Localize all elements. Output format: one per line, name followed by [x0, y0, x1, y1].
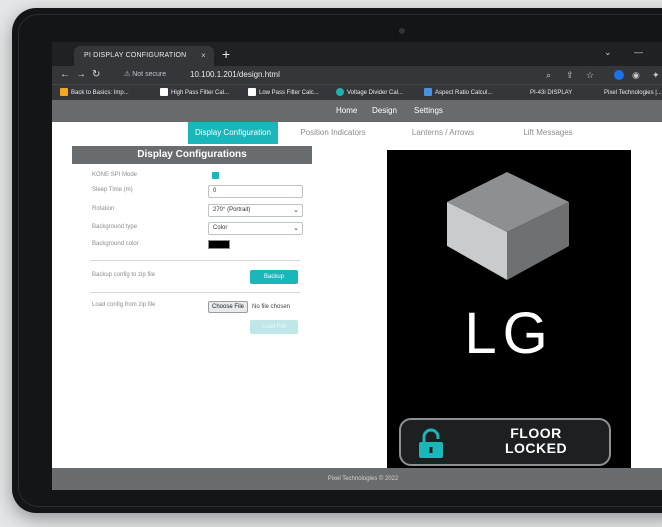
bookmark-favicon-icon — [60, 88, 68, 97]
menu-design[interactable]: Design — [372, 100, 397, 122]
bookmark-item[interactable]: Pixel Technologies |... — [604, 87, 662, 99]
bookmark-item[interactable]: Aspect Ratio Calcul... — [424, 87, 492, 99]
url-text[interactable]: 10.100.1.201/design.html — [190, 68, 280, 82]
design-subnav: Display Configuration Position Indicator… — [52, 122, 662, 144]
file-status: No file chosen — [252, 304, 291, 310]
webcam — [399, 28, 405, 34]
zoom-icon[interactable]: ⌕ — [546, 68, 551, 82]
bookmark-item[interactable]: PI-43i DISPLAY — [530, 87, 572, 99]
tab-title: PI DISPLAY CONFIGURATION — [84, 52, 187, 59]
sleep-time-input[interactable]: 0 — [208, 185, 303, 198]
floor-locked-line-1: FLOOR — [510, 425, 562, 441]
minimize-icon[interactable]: — — [634, 47, 643, 57]
divider — [90, 292, 300, 293]
app-menu-bar: Home Design Settings — [52, 100, 662, 122]
rotation-value: 270° (Portrait) — [213, 207, 251, 213]
monitor-bezel: PI DISPLAY CONFIGURATION × + ⌄ — ← → ↻ ⚠… — [12, 8, 662, 513]
choose-file-button[interactable]: Choose File — [208, 301, 249, 313]
bookmark-item[interactable]: High Pass Filter Cal... — [160, 87, 229, 99]
display-config-form: KONE SPI Mode Sleep Time (m) 0 Rotation … — [72, 164, 312, 464]
bookmark-favicon-icon — [336, 88, 344, 97]
not-secure-indicator[interactable]: ⚠ Not secure — [124, 68, 166, 82]
bookmark-favicon-icon — [160, 88, 168, 97]
chevron-down-icon: ⌄ — [293, 207, 299, 214]
forward-icon[interactable]: → — [76, 68, 86, 82]
browser-window: PI DISPLAY CONFIGURATION × + ⌄ — ← → ↻ ⚠… — [52, 42, 662, 490]
building-logo-icon — [447, 172, 569, 292]
bookmark-star-icon[interactable]: ☆ — [586, 68, 594, 82]
rotation-select[interactable]: 270° (Portrait) ⌄ — [208, 204, 303, 217]
new-tab-button[interactable]: + — [222, 45, 230, 63]
floor-locked-banner: FLOOR LOCKED — [399, 418, 611, 466]
kone-spi-checkbox[interactable] — [212, 172, 219, 179]
kone-spi-label: KONE SPI Mode — [92, 172, 138, 178]
backup-button[interactable]: Backup — [250, 270, 298, 284]
sleep-time-label: Sleep Time (m) — [92, 187, 133, 193]
tab-lanterns-arrows[interactable]: Lanterns / Arrows — [398, 122, 488, 144]
reload-icon[interactable]: ↻ — [92, 68, 100, 82]
floor-locked-line-2: LOCKED — [504, 440, 568, 456]
tab-lift-messages[interactable]: Lift Messages — [508, 122, 588, 144]
floor-indicator: LG — [464, 301, 554, 366]
panel-title: Display Configurations — [72, 146, 312, 164]
background-type-label: Background type — [92, 224, 138, 230]
menu-settings[interactable]: Settings — [414, 100, 443, 122]
browser-tab[interactable]: PI DISPLAY CONFIGURATION × — [74, 46, 214, 66]
file-input[interactable]: Choose File No file chosen — [208, 301, 303, 314]
back-icon[interactable]: ← — [60, 68, 70, 82]
tab-display-configuration[interactable]: Display Configuration — [188, 122, 278, 144]
load-config-label: Load config from zip file — [92, 302, 156, 308]
menu-home[interactable]: Home — [336, 100, 357, 122]
background-color-picker[interactable] — [208, 240, 230, 249]
background-color-label: Background color — [92, 241, 139, 247]
bookmark-favicon-icon — [248, 88, 256, 97]
tab-search-icon[interactable]: ⌄ — [604, 47, 612, 58]
translate-icon[interactable]: ◉ — [632, 68, 640, 82]
browser-tab-strip: PI DISPLAY CONFIGURATION × + ⌄ — — [52, 42, 662, 66]
tab-position-indicators[interactable]: Position Indicators — [288, 122, 378, 144]
bookmark-item[interactable]: Voltage Divider Cal... — [336, 87, 403, 99]
chevron-down-icon: ⌄ — [293, 225, 299, 232]
bookmark-item[interactable]: Back to Basics: Imp... — [60, 87, 129, 99]
lock-icon — [419, 428, 443, 458]
browser-toolbar: ← → ↻ ⚠ Not secure 10.100.1.201/design.h… — [52, 66, 662, 84]
bookmarks-bar: Back to Basics: Imp... High Pass Filter … — [52, 84, 662, 100]
bookmark-item[interactable]: Low Pass Filter Calc... — [248, 87, 319, 99]
floor-locked-text: FLOOR LOCKED — [471, 426, 601, 456]
backup-label: Backup config to zip file — [92, 272, 156, 278]
share-icon[interactable]: ⇪ — [566, 68, 574, 82]
close-tab-icon[interactable]: × — [201, 46, 206, 66]
extension-icon[interactable] — [614, 70, 624, 80]
not-secure-label: Not secure — [132, 71, 167, 78]
load-file-button[interactable]: Load File — [250, 320, 298, 334]
rotation-label: Rotation — [92, 206, 115, 212]
background-type-value: Color — [213, 225, 228, 231]
page-footer: Pixel Technologies © 2022 — [52, 468, 662, 490]
display-preview: LG FLOOR LOCKED — [387, 150, 631, 480]
address-bar[interactable]: ⚠ Not secure 10.100.1.201/design.html — [124, 68, 594, 82]
extensions-puzzle-icon[interactable]: ✦ — [652, 68, 660, 82]
bookmark-favicon-icon — [424, 88, 432, 97]
divider — [90, 260, 300, 261]
background-type-select[interactable]: Color ⌄ — [208, 222, 303, 235]
